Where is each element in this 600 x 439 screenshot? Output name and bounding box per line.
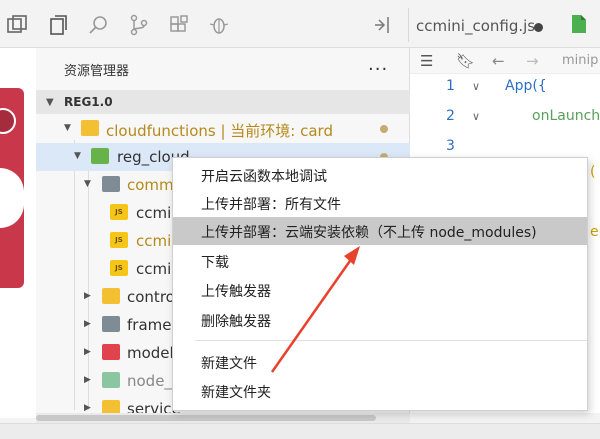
editor-tab-config[interactable]: ccmini_config.js [416, 17, 535, 35]
folder-icon [102, 176, 120, 192]
chevron-right-icon[interactable]: ▶ [84, 347, 91, 357]
tree-row-cloudfunctions[interactable]: ▼ cloudfunctions | 当前环境: card [36, 115, 410, 143]
menu-item-new-file[interactable]: 新建文件 [173, 348, 587, 376]
tree-label: ccmi [136, 232, 172, 250]
menu-separator [195, 340, 587, 341]
top-toolbar: ccmini_config.js [0, 0, 600, 48]
menu-item-deploy-cloud-deps[interactable]: 上传并部署：云端安装依赖（不上传 node_modules) [173, 217, 587, 245]
tree-label: model [127, 344, 174, 362]
folder-icon [102, 344, 120, 360]
more-actions-button[interactable]: ... [368, 54, 388, 75]
scrollbar-thumb[interactable] [36, 415, 376, 421]
project-root-label: REG1.0 [64, 95, 113, 109]
chevron-right-icon[interactable]: ▶ [84, 403, 91, 413]
tree-label: ccmi [136, 260, 172, 278]
status-dot [380, 125, 388, 133]
line-number: 3 [446, 138, 455, 154]
unsaved-dot-icon[interactable] [534, 23, 543, 32]
js-file-icon: JS [110, 204, 128, 220]
menu-item-local-debug[interactable]: 开启云函数本地调试 [173, 161, 587, 189]
chevron-right-icon[interactable]: ▶ [84, 375, 91, 385]
explorer-title: 资源管理器 [64, 64, 130, 79]
file-icon[interactable] [570, 14, 588, 34]
source-control-icon[interactable] [128, 14, 150, 36]
menu-item-label: 下载 [201, 255, 229, 271]
back-arrow-icon[interactable]: ← [492, 52, 505, 70]
breadcrumb[interactable]: minip [562, 53, 598, 68]
fold-chevron-icon[interactable]: ∨ [472, 80, 480, 93]
tree-label: contro [127, 288, 175, 306]
cloud-folder-icon [91, 148, 109, 164]
line-number: 1 [446, 78, 455, 94]
tree-label: node_ [127, 372, 172, 390]
tree-label: cloudfunctions | 当前环境: card [106, 122, 333, 140]
fold-chevron-icon[interactable]: ∨ [472, 110, 480, 123]
menu-item-label: 上传并部署：所有文件 [201, 197, 341, 213]
editor-toolbar: ☰ 🔖︎ ← → minip [410, 48, 600, 74]
folder-icon [102, 288, 120, 304]
menu-item-label: 上传并部署：云端安装依赖（不上传 node_modules) [201, 225, 537, 241]
tree-label: ccmi [136, 204, 172, 222]
extensions-icon[interactable] [168, 14, 190, 36]
forward-arrow-icon[interactable]: → [526, 52, 539, 70]
tree-label: comm [127, 176, 174, 194]
folder-icon [81, 120, 99, 136]
search-icon[interactable] [88, 14, 110, 36]
tab-separator [408, 8, 409, 42]
context-menu: 开启云函数本地调试 上传并部署：所有文件 上传并部署：云端安装依赖（不上传 no… [172, 157, 588, 411]
menu-item-label: 上传触发器 [201, 284, 271, 300]
line-number: 2 [446, 108, 455, 124]
menu-item-label: 新建文件夹 [201, 385, 271, 401]
window-icon[interactable] [6, 14, 28, 36]
chevron-down-icon[interactable]: ▼ [64, 123, 71, 133]
list-icon[interactable]: ☰ [420, 52, 433, 70]
files-icon[interactable] [48, 14, 70, 36]
chevron-right-icon[interactable]: ▶ [84, 319, 91, 329]
code-line: App({ [505, 78, 547, 94]
chevron-down-icon[interactable]: ▼ [84, 179, 91, 189]
chevron-down-icon[interactable]: ▼ [74, 151, 81, 161]
menu-item-new-folder[interactable]: 新建文件夹 [173, 377, 587, 405]
folder-icon [102, 372, 120, 388]
menu-item-deploy-all[interactable]: 上传并部署：所有文件 [173, 189, 587, 217]
menu-item-download[interactable]: 下载 [173, 247, 587, 275]
code-fragment: el [590, 224, 600, 240]
code-fragment: ( [590, 164, 596, 180]
js-file-icon: JS [110, 260, 128, 276]
menu-item-upload-trigger[interactable]: 上传触发器 [173, 276, 587, 304]
split-editor-icon[interactable] [372, 14, 394, 36]
debug-icon[interactable] [208, 14, 230, 36]
menu-item-label: 新建文件 [201, 356, 257, 372]
chevron-right-icon[interactable]: ▶ [84, 291, 91, 301]
chevron-down-icon[interactable]: ▼ [46, 97, 54, 108]
menu-item-label: 删除触发器 [201, 314, 271, 330]
horizontal-scrollbar[interactable] [36, 413, 410, 423]
simulator-preview [0, 48, 36, 418]
bookmark-icon[interactable]: 🔖︎ [456, 52, 475, 70]
folder-icon [102, 316, 120, 332]
status-bar [0, 423, 600, 439]
menu-item-delete-trigger[interactable]: 删除触发器 [173, 306, 587, 334]
folder-icon [102, 400, 120, 413]
js-file-icon: JS [110, 232, 128, 248]
code-line: onLaunch [532, 108, 600, 124]
menu-item-label: 开启云函数本地调试 [201, 169, 327, 185]
